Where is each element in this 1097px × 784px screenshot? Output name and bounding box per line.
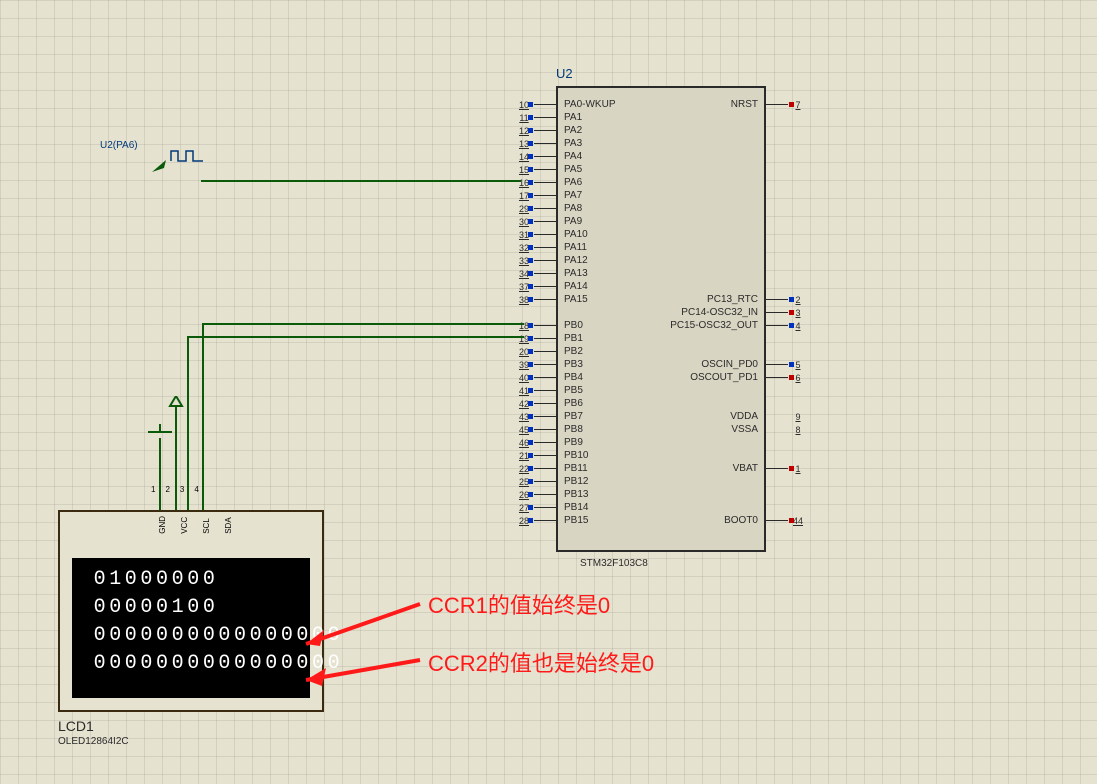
pin-PA3[interactable]: 13 PA3	[514, 137, 586, 150]
pin-PB9[interactable]: 46 PB9	[514, 436, 587, 449]
pin-PA5[interactable]: 15 PA5	[514, 163, 586, 176]
pulse-icon	[170, 149, 204, 163]
pin-PA8[interactable]: 29 PA8	[514, 202, 586, 215]
chip-ref: U2	[556, 66, 573, 81]
pin-PB13[interactable]: 26 PB13	[514, 488, 592, 501]
pin-PA7[interactable]: 17 PA7	[514, 189, 586, 202]
pin-PB5[interactable]: 41 PB5	[514, 384, 587, 397]
pin-PB12[interactable]: 25 PB12	[514, 475, 592, 488]
pin-OSCIN_PD0[interactable]: 5 OSCIN_PD0	[697, 358, 808, 371]
lcd-pin-labels: GND VCC SCL SDA	[158, 516, 233, 534]
mcu-chip[interactable]: 10 PA0-WKUP11 PA112 PA213 PA314 PA415 PA…	[556, 86, 766, 552]
lcd-screen: 01000000 00000100 0000000000000000 00000…	[72, 558, 310, 698]
wire-pb0-h	[202, 323, 524, 325]
pin-PB14[interactable]: 27 PB14	[514, 501, 592, 514]
pin-PB3[interactable]: 39 PB3	[514, 358, 587, 371]
lcd-part: OLED12864I2C	[58, 736, 129, 747]
pin-PA6[interactable]: 16 PA6	[514, 176, 586, 189]
pin-PB8[interactable]: 45 PB8	[514, 423, 587, 436]
schematic-canvas[interactable]: U2 10 PA0-WKUP11 PA112 PA213 PA314 PA415…	[0, 0, 1097, 784]
wire-pb1-h	[187, 336, 524, 338]
pin-PA11[interactable]: 32 PA11	[514, 241, 591, 254]
pin-PB10[interactable]: 21 PB10	[514, 449, 592, 462]
arrow-2	[300, 656, 430, 696]
wire-pb1-v	[187, 336, 189, 509]
pin-PA12[interactable]: 33 PA12	[514, 254, 592, 267]
pin-VSSA[interactable]: 8 VSSA	[727, 423, 808, 436]
pin-PA2[interactable]: 12 PA2	[514, 124, 586, 137]
pin-PB15[interactable]: 28 PB15	[514, 514, 592, 527]
pin-PA4[interactable]: 14 PA4	[514, 150, 586, 163]
pin-PB1[interactable]: 19 PB1	[514, 332, 587, 345]
probe-label: U2(PA6)	[100, 140, 138, 151]
pin-PC14-OSC32_IN[interactable]: 3 PC14-OSC32_IN	[677, 306, 808, 319]
annotation-ccr1: CCR1的值始终是0	[428, 588, 610, 620]
pin-PA0-WKUP[interactable]: 10 PA0-WKUP	[514, 98, 620, 111]
wire-pa6	[201, 180, 521, 182]
lcd-pin-nums: 1 2 3 4	[151, 485, 199, 494]
pin-OSCOUT_PD1[interactable]: 6 OSCOUT_PD1	[686, 371, 808, 384]
pin-PA10[interactable]: 31 PA10	[514, 228, 592, 241]
pin-PA9[interactable]: 30 PA9	[514, 215, 586, 228]
arrow-1	[300, 602, 430, 652]
pin-PA13[interactable]: 34 PA13	[514, 267, 592, 280]
chip-part: STM32F103C8	[580, 558, 648, 569]
pin-PB7[interactable]: 43 PB7	[514, 410, 587, 423]
pin-PB6[interactable]: 42 PB6	[514, 397, 587, 410]
annotation-ccr2: CCR2的值也是始终是0	[428, 646, 654, 678]
pin-VBAT[interactable]: 1 VBAT	[729, 462, 808, 475]
pin-PB0[interactable]: 18 PB0	[514, 319, 587, 332]
pin-PB11[interactable]: 22 PB11	[514, 462, 592, 475]
pin-PA14[interactable]: 37 PA14	[514, 280, 592, 293]
pin-PA15[interactable]: 38 PA15	[514, 293, 592, 306]
pin-PA1[interactable]: 11 PA1	[514, 111, 586, 124]
pin-PB4[interactable]: 40 PB4	[514, 371, 587, 384]
wire-pb0-v	[202, 323, 204, 509]
pin-VDDA[interactable]: 9 VDDA	[726, 410, 808, 423]
pin-BOOT0[interactable]: 44 BOOT0	[720, 514, 808, 527]
pin-PC13_RTC[interactable]: 2 PC13_RTC	[703, 293, 808, 306]
pin-NRST[interactable]: 7 NRST	[727, 98, 808, 111]
pin-PB2[interactable]: 20 PB2	[514, 345, 587, 358]
pin-PC15-OSC32_OUT[interactable]: 4 PC15-OSC32_OUT	[666, 319, 808, 332]
lcd-ref: LCD1	[58, 718, 94, 734]
